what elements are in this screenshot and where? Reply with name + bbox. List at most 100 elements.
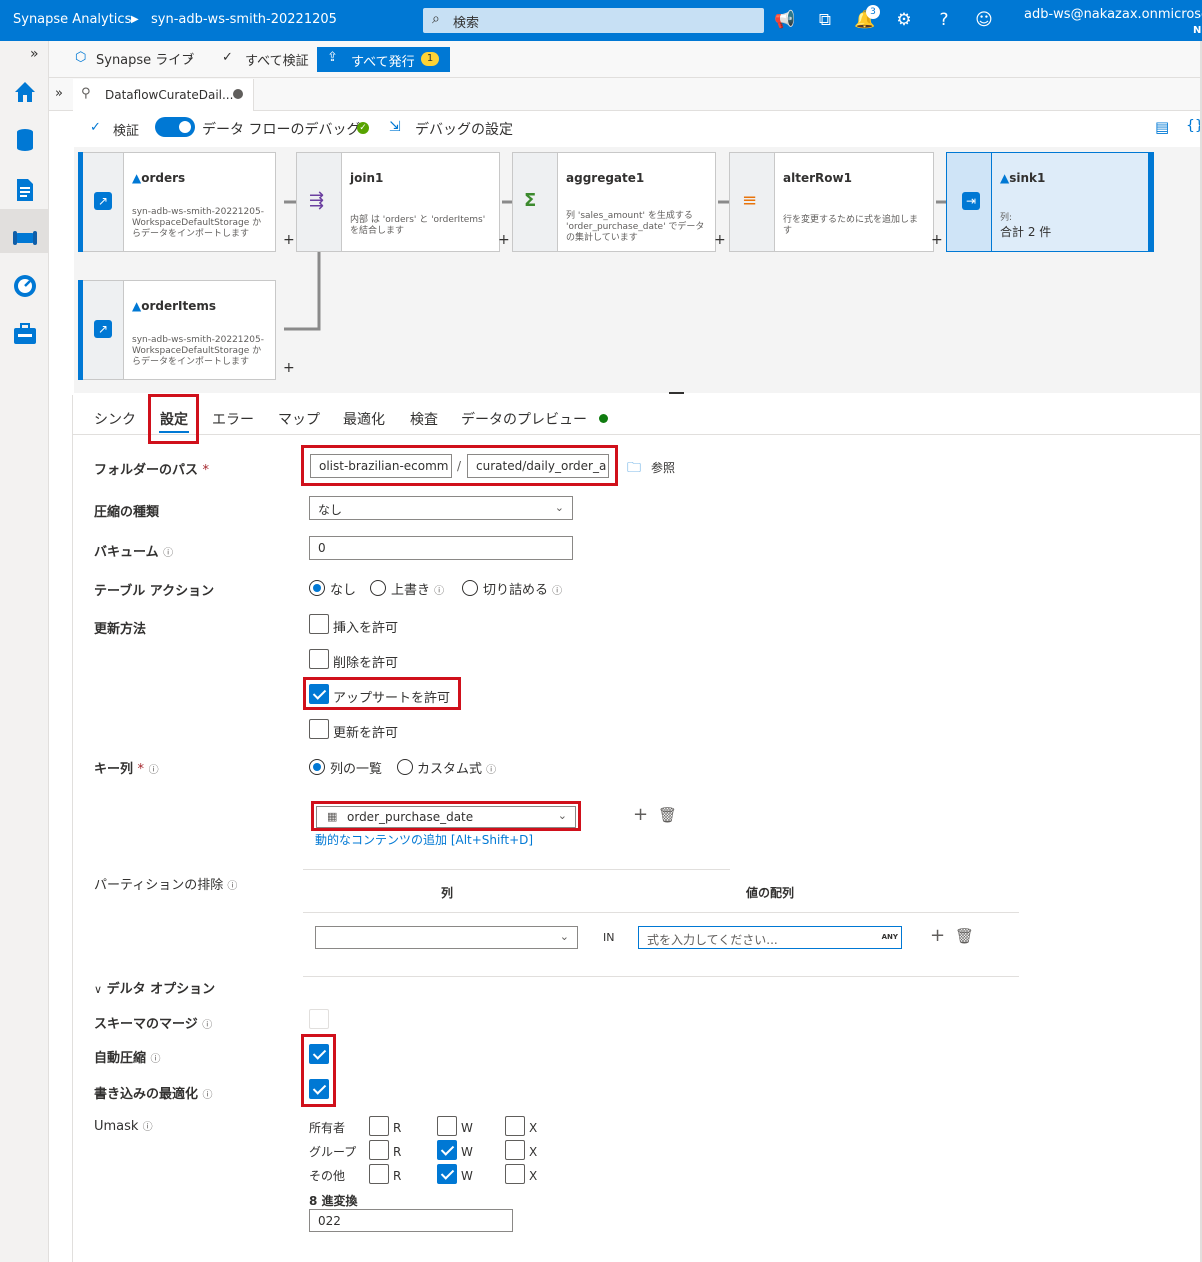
key-columns-label: キー列 * ⓘ [94, 762, 159, 777]
node-orders[interactable]: ↗ ▲orders syn-adb-ws-smith-20221205-Work… [78, 152, 295, 252]
user-account[interactable]: adb-ws@nakazax.onmicroso [1024, 7, 1202, 22]
develop-icon[interactable] [12, 177, 38, 203]
add-partition-icon[interactable]: + [930, 925, 945, 946]
script-icon[interactable]: ▤ [1155, 118, 1169, 136]
debug-settings-button[interactable]: デバッグの設定 [415, 119, 513, 139]
add-transform-icon[interactable]: + [931, 232, 943, 248]
vacuum-input[interactable]: 0 [309, 536, 573, 560]
allow-delete-checkbox[interactable] [309, 649, 329, 669]
switch-directory-icon[interactable]: ⧉ [814, 9, 836, 31]
delete-partition-icon[interactable]: 🗑 [955, 927, 974, 945]
node-desc: syn-adb-ws-smith-20221205-WorkspaceDefau… [132, 207, 264, 239]
allow-update-label: 更新を許可 [333, 726, 399, 741]
umask-owner-r[interactable] [369, 1116, 389, 1136]
add-transform-icon[interactable]: + [283, 360, 295, 376]
schema-merge-checkbox[interactable] [309, 1009, 329, 1029]
key-list-radio[interactable] [309, 759, 325, 775]
debug-settings-icon: ⇲ [389, 119, 401, 135]
node-sink1[interactable]: ⇥ ▲sink1 列: 合計 2 件 [946, 152, 1156, 252]
allow-update-checkbox[interactable] [309, 719, 329, 739]
tab-mapping[interactable]: マップ [278, 409, 320, 429]
tab-sink[interactable]: シンク [94, 409, 136, 429]
monitor-icon[interactable] [12, 273, 38, 299]
umask-w-label: W [461, 1145, 473, 1159]
umask-group-w[interactable] [437, 1140, 457, 1160]
home-icon[interactable] [12, 79, 38, 105]
expand-icon[interactable]: » [30, 46, 39, 62]
umask-w-label: W [461, 1121, 473, 1135]
validate-all-icon: ✓ [222, 50, 233, 65]
validate-all-button[interactable]: すべて検証 [245, 50, 309, 69]
dataflow-canvas[interactable]: ↗ ▲orders syn-adb-ws-smith-20221205-Work… [74, 147, 1202, 393]
dynamic-content-link[interactable]: 動的なコンテンツの追加 [Alt+Shift+D] [315, 831, 533, 848]
notification-badge: 3 [866, 5, 880, 19]
collapse-resources-icon[interactable]: » [55, 86, 63, 101]
info-icon: ⓘ [148, 765, 159, 776]
tab-inspect[interactable]: 検査 [410, 409, 438, 429]
search-placeholder: 検索 [453, 16, 480, 31]
umask-owner-label: 所有者 [309, 1121, 346, 1135]
info-icon: ⓘ [202, 1020, 213, 1031]
search-input[interactable]: ⌕ 検索 [423, 8, 764, 33]
table-action-truncate-radio[interactable] [462, 580, 478, 596]
node-orderitems[interactable]: ↗ ▲orderItems syn-adb-ws-smith-20221205-… [78, 280, 295, 380]
umask-owner-x[interactable] [505, 1116, 525, 1136]
tab-optimize[interactable]: 最適化 [343, 409, 385, 429]
umask-w-label: W [461, 1169, 473, 1183]
alter-row-icon: ≡ [742, 190, 758, 211]
synapse-live-icon: ⬡ [75, 50, 87, 65]
umask-group-x[interactable] [505, 1140, 525, 1160]
gear-icon[interactable]: ⚙ [893, 9, 915, 31]
validate-button[interactable]: 検証 [113, 120, 139, 139]
add-transform-icon[interactable]: + [714, 232, 726, 248]
tab-data-preview[interactable]: データのプレビュー [461, 409, 587, 429]
node-join1[interactable]: ⇶ join1 内部 は 'orders' と 'orderItems' を結合… [296, 152, 510, 252]
delete-key-icon[interactable]: 🗑 [658, 806, 677, 824]
allow-insert-checkbox[interactable] [309, 614, 329, 634]
node-aggregate1[interactable]: Σ aggregate1 列 'sales_amount' を生成する 'ord… [512, 152, 726, 252]
add-key-icon[interactable]: + [633, 804, 648, 825]
partition-in-label: IN [603, 931, 615, 944]
breadcrumb-chevron-icon: ▶ [131, 14, 139, 25]
workspace-name[interactable]: syn-adb-ws-smith-20221205 [151, 12, 337, 27]
debug-toggle[interactable] [155, 117, 195, 137]
delta-icon: ▲ [1000, 171, 1010, 185]
tab-errors[interactable]: エラー [212, 409, 254, 429]
megaphone-icon[interactable]: 📢 [774, 9, 796, 31]
node-alterrow1[interactable]: ≡ alterRow1 行を変更するために式を追加します + [729, 152, 943, 252]
umask-owner-w[interactable] [437, 1116, 457, 1136]
key-custom-radio[interactable] [397, 759, 413, 775]
manage-icon[interactable] [12, 321, 38, 347]
table-action-none-radio[interactable] [309, 580, 325, 596]
umask-other-w[interactable] [437, 1164, 457, 1184]
feedback-icon[interactable]: ☺ [973, 9, 995, 31]
integrate-icon[interactable] [12, 225, 38, 251]
delta-icon: ▲ [132, 171, 142, 185]
delta-icon: ▲ [132, 299, 142, 313]
live-mode-dropdown[interactable]: Synapse ライブ [96, 49, 194, 68]
umask-x-label: X [529, 1145, 538, 1159]
product-name[interactable]: Synapse Analytics [13, 12, 131, 27]
browse-button[interactable]: 参照 [651, 459, 675, 476]
delta-options-header[interactable]: ∨ デルタ オプション [94, 978, 215, 997]
resize-handle[interactable] [669, 392, 684, 394]
umask-group-r[interactable] [369, 1140, 389, 1160]
node-desc: 行を変更するために式を追加します [783, 215, 919, 236]
tab-dataflow[interactable]: ⚲ DataflowCurateDail... [73, 79, 254, 111]
add-transform-icon[interactable]: + [498, 232, 510, 248]
umask-other-r[interactable] [369, 1164, 389, 1184]
partition-column-select[interactable]: ⌄ [315, 926, 578, 949]
help-icon[interactable]: ? [933, 9, 955, 31]
info-icon: ⓘ [150, 1054, 161, 1065]
compression-select[interactable]: なし ⌄ [309, 496, 573, 520]
info-icon: ⓘ [163, 548, 174, 559]
source-icon: ↗ [94, 320, 112, 338]
table-action-overwrite-radio[interactable] [370, 580, 386, 596]
data-icon[interactable] [12, 127, 38, 153]
schema-merge-label: スキーマのマージ ⓘ [94, 1017, 213, 1032]
node-title: ▲orders [132, 171, 186, 185]
add-transform-icon[interactable]: + [283, 232, 295, 248]
octal-input[interactable]: 022 [309, 1209, 513, 1232]
partition-values-input[interactable]: 式を入力してください... ANY [638, 926, 902, 949]
umask-other-x[interactable] [505, 1164, 525, 1184]
